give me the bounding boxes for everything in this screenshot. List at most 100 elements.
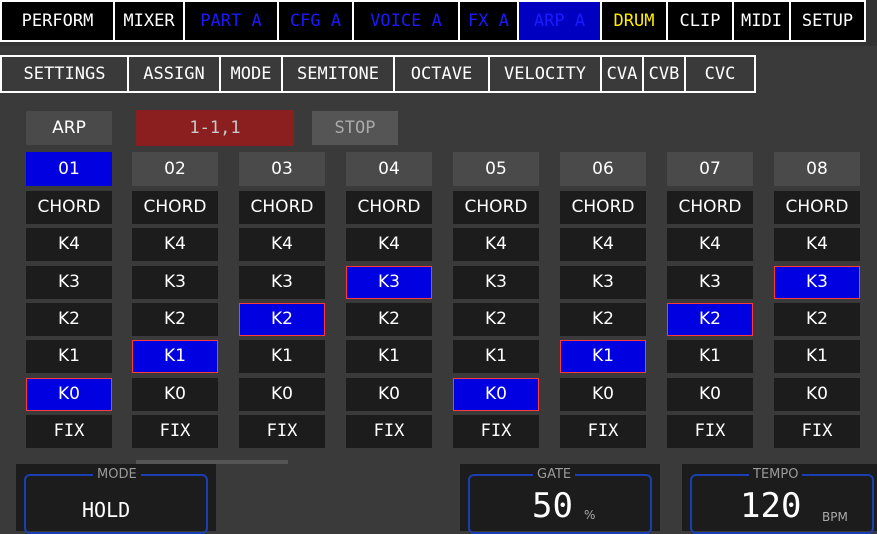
step-04-chord-cell[interactable]: CHORD — [346, 191, 432, 224]
step-08-k0-cell[interactable]: K0 — [774, 378, 860, 411]
step-06-fix-cell[interactable]: FIX — [560, 415, 646, 448]
step-header-05[interactable]: 05 — [453, 152, 539, 186]
step-03-chord-cell[interactable]: CHORD — [239, 191, 325, 224]
mode-panel[interactable]: MODE HOLD — [16, 464, 216, 534]
mode-label: MODE — [93, 467, 141, 482]
step-03-k3-cell[interactable]: K3 — [239, 266, 325, 299]
tempo-panel[interactable]: TEMPO 120 BPM — [682, 464, 877, 534]
step-06-k0-cell[interactable]: K0 — [560, 378, 646, 411]
step-06-k1-cell[interactable]: K1 — [560, 340, 646, 373]
step-06-k2-cell[interactable]: K2 — [560, 303, 646, 336]
step-04-fix-cell[interactable]: FIX — [346, 415, 432, 448]
subtab-mode[interactable]: MODE — [219, 55, 281, 93]
step-07-fix-cell[interactable]: FIX — [667, 415, 753, 448]
step-04-k4-cell[interactable]: K4 — [346, 228, 432, 261]
step-01-chord-cell[interactable]: CHORD — [26, 191, 112, 224]
step-03-k2-cell[interactable]: K2 — [239, 303, 325, 336]
step-05-k4-cell[interactable]: K4 — [453, 228, 539, 261]
tab-cfg-a[interactable]: CFG A — [277, 0, 352, 42]
stop-button[interactable]: STOP — [312, 111, 398, 145]
step-01-k4-cell[interactable]: K4 — [26, 228, 112, 261]
step-07-k3-cell[interactable]: K3 — [667, 266, 753, 299]
subtab-assign[interactable]: ASSIGN — [127, 55, 219, 93]
tab-fx-a[interactable]: FX A — [458, 0, 517, 42]
step-header-06[interactable]: 06 — [560, 152, 646, 186]
tab-perform[interactable]: PERFORM — [0, 0, 113, 42]
tab-setup[interactable]: SETUP — [789, 0, 866, 42]
tab-mixer[interactable]: MIXER — [113, 0, 183, 42]
tab-arp-a[interactable]: ARP A — [517, 0, 600, 42]
step-08-k1-cell[interactable]: K1 — [774, 340, 860, 373]
step-03-fix-cell[interactable]: FIX — [239, 415, 325, 448]
step-header-04[interactable]: 04 — [346, 152, 432, 186]
step-02-k0-cell[interactable]: K0 — [132, 378, 218, 411]
step-07-chord-cell[interactable]: CHORD — [667, 191, 753, 224]
subtab-settings[interactable]: SETTINGS — [0, 55, 127, 93]
step-02-chord-cell[interactable]: CHORD — [132, 191, 218, 224]
step-04-k3-cell[interactable]: K3 — [346, 266, 432, 299]
tempo-value: 120 — [740, 486, 802, 526]
step-05-k3-cell[interactable]: K3 — [453, 266, 539, 299]
step-05-k0-cell[interactable]: K0 — [453, 378, 539, 411]
gate-unit: % — [584, 508, 596, 522]
step-03-k4-cell[interactable]: K4 — [239, 228, 325, 261]
tab-midi[interactable]: MIDI — [732, 0, 789, 42]
step-08-fix-cell[interactable]: FIX — [774, 415, 860, 448]
step-07-k1-cell[interactable]: K1 — [667, 340, 753, 373]
sub-tab-bar: SETTINGS ASSIGN MODE SEMITONE OCTAVE VEL… — [0, 55, 877, 93]
tab-drum[interactable]: DRUM — [600, 0, 666, 42]
step-08-k2-cell[interactable]: K2 — [774, 303, 860, 336]
step-01-fix-cell[interactable]: FIX — [26, 415, 112, 448]
tempo-unit: BPM — [822, 510, 848, 524]
step-06-chord-cell[interactable]: CHORD — [560, 191, 646, 224]
step-05-k2-cell[interactable]: K2 — [453, 303, 539, 336]
step-header-07[interactable]: 07 — [667, 152, 753, 186]
arp-button[interactable]: ARP — [26, 111, 112, 145]
step-08-chord-cell[interactable]: CHORD — [774, 191, 860, 224]
step-07-k0-cell[interactable]: K0 — [667, 378, 753, 411]
step-header-03[interactable]: 03 — [239, 152, 325, 186]
step-header-08[interactable]: 08 — [774, 152, 860, 186]
step-04-k1-cell[interactable]: K1 — [346, 340, 432, 373]
step-header-02[interactable]: 02 — [132, 152, 218, 186]
subtab-velocity[interactable]: VELOCITY — [488, 55, 600, 93]
tab-part-a[interactable]: PART A — [183, 0, 277, 42]
step-01-k3-cell[interactable]: K3 — [26, 266, 112, 299]
step-06-k4-cell[interactable]: K4 — [560, 228, 646, 261]
step-07-k4-cell[interactable]: K4 — [667, 228, 753, 261]
step-07-k2-cell[interactable]: K2 — [667, 303, 753, 336]
tempo-label: TEMPO — [749, 467, 803, 482]
top-tab-bar: PERFORM MIXER PART A CFG A VOICE A FX A … — [0, 0, 877, 46]
step-08-k3-cell[interactable]: K3 — [774, 266, 860, 299]
subtab-cva[interactable]: CVA — [600, 55, 642, 93]
subtab-semitone[interactable]: SEMITONE — [281, 55, 393, 93]
step-03-k1-cell[interactable]: K1 — [239, 340, 325, 373]
step-04-k0-cell[interactable]: K0 — [346, 378, 432, 411]
step-03-k0-cell[interactable]: K0 — [239, 378, 325, 411]
step-header-01[interactable]: 01 — [26, 152, 112, 186]
step-02-k2-cell[interactable]: K2 — [132, 303, 218, 336]
mode-value: HOLD — [82, 498, 131, 522]
step-02-k4-cell[interactable]: K4 — [132, 228, 218, 261]
step-06-k3-cell[interactable]: K3 — [560, 266, 646, 299]
step-05-fix-cell[interactable]: FIX — [453, 415, 539, 448]
position-display: 1-1,1 — [136, 110, 294, 146]
tab-clip[interactable]: CLIP — [666, 0, 732, 42]
step-05-chord-cell[interactable]: CHORD — [453, 191, 539, 224]
step-02-k1-cell[interactable]: K1 — [132, 340, 218, 373]
subtab-cvb[interactable]: CVB — [642, 55, 684, 93]
step-01-k1-cell[interactable]: K1 — [26, 340, 112, 373]
gate-label: GATE — [533, 467, 576, 482]
subtab-cvc[interactable]: CVC — [684, 55, 756, 93]
step-01-k2-cell[interactable]: K2 — [26, 303, 112, 336]
step-01-k0-cell[interactable]: K0 — [26, 378, 112, 411]
step-08-k4-cell[interactable]: K4 — [774, 228, 860, 261]
step-02-k3-cell[interactable]: K3 — [132, 266, 218, 299]
step-05-k1-cell[interactable]: K1 — [453, 340, 539, 373]
gate-panel[interactable]: GATE 50 % — [460, 464, 660, 534]
step-02-fix-cell[interactable]: FIX — [132, 415, 218, 448]
step-04-k2-cell[interactable]: K2 — [346, 303, 432, 336]
tab-voice-a[interactable]: VOICE A — [352, 0, 458, 42]
gate-value: 50 — [532, 486, 573, 526]
subtab-octave[interactable]: OCTAVE — [393, 55, 488, 93]
